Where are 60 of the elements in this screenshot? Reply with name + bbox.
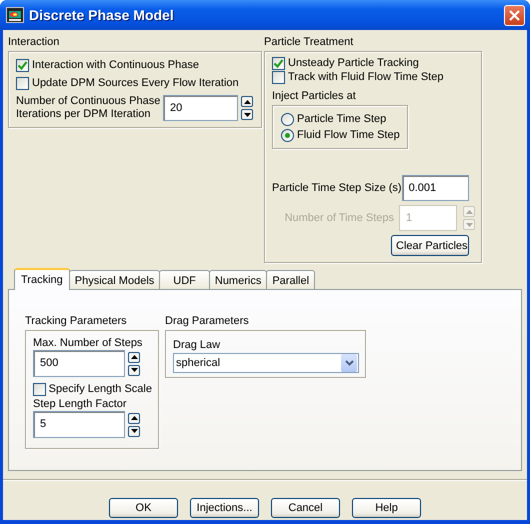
down-arrow-icon [466,222,472,226]
check-icon [273,58,284,68]
field-label: Max. Number of Steps [33,337,144,349]
down-arrow-icon [244,112,250,116]
up-arrow-icon [244,100,250,104]
field-label: Drag Law [173,339,222,351]
up-arrow-icon [130,416,138,420]
checkbox[interactable] [33,382,46,396]
dialog-button[interactable]: OK [109,498,178,518]
checkbox-label: Update DPM Sources Every Flow Iteration [32,77,239,89]
tab[interactable]: Parallel [266,270,316,290]
tab[interactable]: Tracking [14,268,70,290]
spin-up-button[interactable] [128,352,140,362]
dropdown[interactable]: spherical [173,353,359,373]
close-icon [509,10,520,20]
spin-down-button[interactable] [241,109,253,120]
clear-particles-button[interactable]: Clear Particles [391,235,469,256]
radio-button[interactable] [281,128,294,142]
window-title: Discrete Phase Model [29,7,175,23]
dialog-button[interactable]: Cancel [271,498,340,518]
group-title: Drag Parameters [165,314,250,328]
spin-down-button[interactable] [128,364,140,376]
radio-button[interactable] [281,112,294,126]
checkbox[interactable] [16,58,29,72]
field-label: Particle Time Step Size (s) [272,182,402,194]
checkbox[interactable] [272,56,285,70]
radio-label: Particle Time Step [297,113,386,125]
spin-down-button[interactable] [128,426,140,436]
checkbox[interactable] [16,76,29,90]
field-label: Number of Time Steps [284,212,394,224]
tab[interactable]: Physical Models [68,270,160,290]
up-arrow-icon [466,210,472,214]
spin-up-button[interactable] [128,412,140,424]
down-arrow-icon [130,368,138,372]
field-label: Step Length Factor [33,398,128,410]
tab[interactable]: UDF [159,270,210,290]
input-field[interactable]: 20 [163,95,238,121]
checkbox-label: Unsteady Particle Tracking [288,57,419,69]
input-field[interactable]: 5 [33,411,125,438]
group-title: Tracking Parameters [25,314,128,328]
checkbox-label: Specify Length Scale [48,383,152,395]
radio-label: Fluid Flow Time Step [297,129,400,141]
checkbox-label: Interaction with Continuous Phase [32,59,199,71]
field-label: Number of Continuous Phase Iterations per DPM Iteration [16,95,161,121]
up-arrow-icon [130,355,138,359]
checkbox[interactable] [272,70,285,84]
group-title: Inject Particles at [272,89,357,103]
close-button[interactable] [504,4,525,26]
down-arrow-icon [130,429,138,433]
dialog-button[interactable]: Injections... [190,498,259,518]
tab[interactable]: Numerics [208,270,268,290]
app-icon [6,7,24,23]
group-title: Particle Treatment [264,35,354,49]
dialog-button[interactable]: Help [352,498,421,518]
input-field[interactable]: 0.001 [402,175,469,201]
group-title: Interaction [8,35,60,49]
input-field[interactable]: 500 [33,350,125,377]
spin-up-button[interactable] [241,96,253,107]
checkbox-label: Track with Fluid Flow Time Step [288,71,444,83]
check-icon [17,60,28,70]
